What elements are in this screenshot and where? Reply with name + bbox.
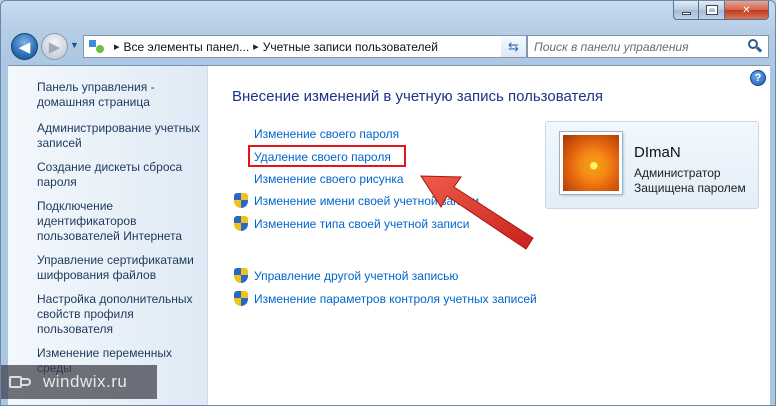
watermark: windwix.ru (1, 365, 157, 399)
back-button[interactable]: ◀ (11, 33, 38, 60)
breadcrumb-all-items[interactable]: Все элементы панел... (124, 40, 250, 54)
breadcrumb-separator-icon[interactable]: ▸ (114, 40, 120, 53)
history-dropdown-icon[interactable]: ▼ (70, 40, 79, 50)
close-button[interactable]: ✕ (725, 1, 769, 20)
sidebar-item-online-ids[interactable]: Подключение идентификаторов пользователе… (37, 199, 205, 244)
refresh-button[interactable]: ⇆ (501, 35, 527, 58)
refresh-icon: ⇆ (508, 38, 519, 54)
search-box[interactable] (527, 35, 769, 58)
red-annotation-arrow (420, 175, 534, 250)
sidebar-item-manage-accounts[interactable]: Администрирование учетных записей (37, 121, 205, 151)
sidebar-item-advanced-profile[interactable]: Настройка дополнительных свойств профиля… (37, 292, 205, 337)
sidebar-item-control-panel-home[interactable]: Панель управления - домашняя страница (37, 80, 205, 110)
address-bar[interactable]: ▸ Все элементы панел... ▸ Учетные записи… (83, 35, 529, 58)
watermark-text: windwix.ru (43, 372, 128, 391)
navigation-row: ◀ ▶ ▼ ▸ Все элементы панел... ▸ Учетные … (9, 33, 769, 63)
caption-buttons: ✕ (673, 1, 769, 21)
main-panel: ? Внесение изменений в учетную запись по… (208, 66, 770, 405)
forward-button[interactable]: ▶ (41, 33, 68, 60)
plug-icon (9, 372, 35, 392)
control-panel-icon (88, 39, 106, 55)
close-icon: ✕ (742, 4, 751, 16)
sidebar-item-encryption-certificates[interactable]: Управление сертификатами шифрования файл… (37, 253, 205, 283)
search-input[interactable] (528, 39, 738, 54)
minimize-button[interactable] (673, 1, 699, 20)
sidebar: Панель управления - домашняя страница Ад… (8, 66, 208, 405)
breadcrumb-separator-icon[interactable]: ▸ (253, 40, 259, 53)
search-icon[interactable] (748, 39, 763, 53)
arrow-left-icon: ◀ (18, 38, 31, 56)
control-panel-window: ✕ ◀ ▶ ▼ ▸ Все элементы панел... ▸ Учетны… (0, 0, 776, 406)
maximize-button[interactable] (699, 1, 725, 20)
arrow-right-icon: ▶ (48, 38, 61, 56)
content-area: Панель управления - домашняя страница Ад… (8, 65, 770, 405)
breadcrumb-user-accounts[interactable]: Учетные записи пользователей (263, 40, 438, 54)
maximize-icon (705, 5, 718, 15)
minimize-icon (681, 11, 691, 15)
sidebar-item-password-reset-disk[interactable]: Создание дискеты сброса пароля (37, 160, 205, 190)
